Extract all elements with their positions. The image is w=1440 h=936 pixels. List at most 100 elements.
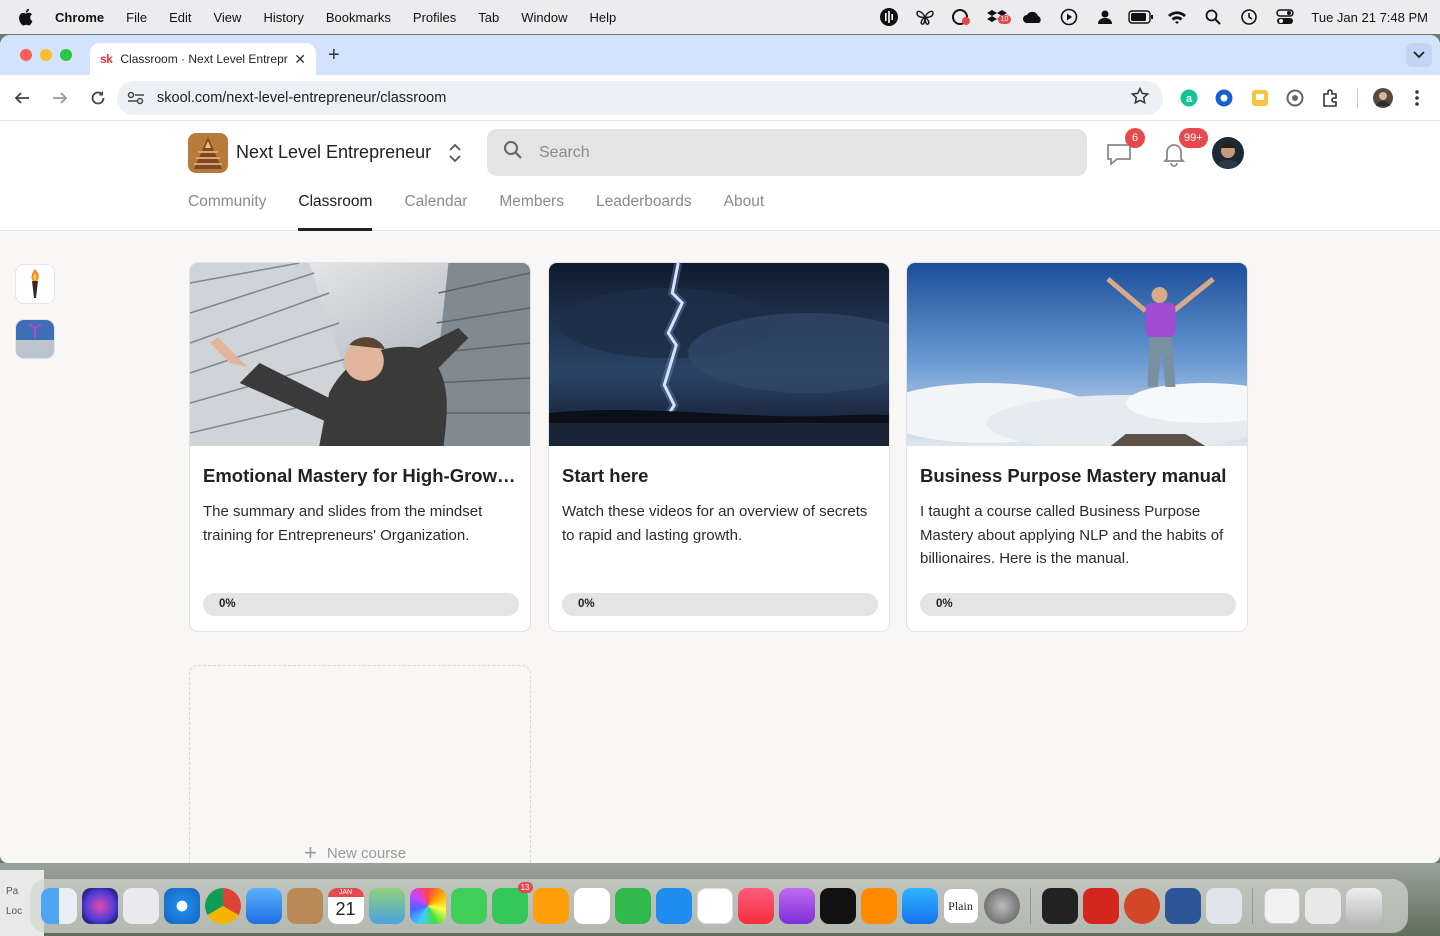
numbers-icon[interactable] [614,888,651,924]
search-box[interactable] [487,129,1087,176]
powerpoint-icon[interactable] [1123,888,1160,924]
rail-group-torch[interactable] [16,265,54,303]
news-icon[interactable] [696,888,733,924]
chrome-menu-icon[interactable] [1414,75,1420,121]
reminders-icon[interactable] [573,888,610,924]
new-tab-icon[interactable]: + [328,44,340,67]
close-window-button[interactable] [20,49,32,61]
downloads-stack-icon[interactable] [1304,888,1341,924]
menu-tab[interactable]: Tab [478,10,499,25]
cloud-icon[interactable] [1015,7,1051,27]
cloud-sync-icon[interactable] [943,7,979,27]
browser-toolbar: skool.com/next-level-entrepreneur/classr… [0,75,1440,121]
menu-bookmarks[interactable]: Bookmarks [326,10,391,25]
close-tab-icon[interactable]: ✕ [294,51,306,68]
dropbox-icon[interactable]: 10 [979,7,1015,27]
group-name[interactable]: Next Level Entrepreneur [236,142,431,163]
extension-blue-icon[interactable] [1215,75,1233,121]
finder-icon[interactable] [40,888,77,924]
user-avatar[interactable] [1212,137,1244,169]
group-switcher-icon[interactable] [446,141,464,165]
tab-members[interactable]: Members [499,193,564,231]
facetime-icon[interactable]: 13 [491,882,533,924]
address-bar[interactable]: skool.com/next-level-entrepreneur/classr… [117,81,1163,115]
launchpad-icon[interactable] [122,888,159,924]
word-icon[interactable] [1164,888,1201,924]
calendar-icon[interactable]: JAN 21 [327,888,364,924]
user-icon[interactable] [1087,7,1123,27]
control-center-icon[interactable] [1267,7,1303,27]
tab-search-icon[interactable] [1406,43,1432,67]
course-description: Watch these videos for an overview of se… [562,503,868,544]
forward-icon[interactable] [43,81,77,115]
apple-tv-icon[interactable] [819,888,856,924]
extension-gray-icon[interactable] [1286,75,1304,121]
siri-icon[interactable] [81,888,118,924]
course-card[interactable]: Emotional Mastery for High-Growth Entrep… [189,262,531,632]
facetime-badge: 13 [517,882,533,893]
maps-icon[interactable] [368,888,405,924]
battery-icon[interactable] [1123,7,1159,27]
zoom-window-button[interactable] [60,49,72,61]
tab-community[interactable]: Community [188,193,266,231]
menu-view[interactable]: View [213,10,241,25]
menu-help[interactable]: Help [590,10,617,25]
course-card[interactable]: Business Purpose Mastery manual I taught… [906,262,1248,632]
back-icon[interactable] [5,81,39,115]
pages-icon[interactable] [532,888,569,924]
play-icon[interactable] [1051,7,1087,27]
tab-classroom[interactable]: Classroom [298,193,373,231]
minimize-window-button[interactable] [40,49,52,61]
contacts-icon[interactable] [286,888,323,924]
system-settings-icon[interactable] [983,888,1020,924]
grammarly-extension-icon[interactable]: a [1180,75,1198,121]
browser-tab-active[interactable]: sk Classroom · Next Level Entrepreneur ✕ [90,43,316,75]
app-store-icon[interactable] [901,888,938,924]
messages-icon[interactable] [450,888,487,924]
document-stack-icon[interactable] [1263,888,1300,924]
reload-icon[interactable] [81,81,115,115]
safari-icon[interactable] [163,888,200,924]
rail-group-sky[interactable] [16,320,54,358]
time-machine-icon[interactable] [1231,7,1267,27]
extension-yellow-icon[interactable] [1251,75,1269,121]
quicktime-icon[interactable] [1041,888,1078,924]
trash-icon[interactable] [1345,888,1382,924]
spotlight-icon[interactable] [1195,7,1231,27]
menu-window[interactable]: Window [521,10,567,25]
books-icon[interactable] [860,888,897,924]
menu-app-name[interactable]: Chrome [55,10,104,25]
site-info-icon[interactable] [127,91,145,105]
tab-leaderboards[interactable]: Leaderboards [596,193,692,231]
url-text[interactable]: skool.com/next-level-entrepreneur/classr… [157,90,1131,106]
mail-icon[interactable] [245,888,282,924]
photos-icon[interactable] [409,888,446,924]
preview-icon[interactable] [1205,888,1242,924]
bookmark-star-icon[interactable] [1130,86,1150,109]
menu-history[interactable]: History [263,10,303,25]
keynote-icon[interactable] [655,888,692,924]
acrobat-icon[interactable] [1082,888,1119,924]
podcasts-icon[interactable] [778,888,815,924]
menu-edit[interactable]: Edit [169,10,191,25]
plain-text-app-icon[interactable]: Plain [942,888,979,924]
menu-file[interactable]: File [126,10,147,25]
new-course-button[interactable]: + New course [189,665,531,863]
butterfly-icon[interactable] [907,7,943,27]
status-bar: 10 Tue Jan 21 7:48 PM [871,0,1428,34]
search-input[interactable] [539,143,1039,162]
music-icon[interactable] [737,888,774,924]
tab-about[interactable]: About [724,193,765,231]
group-logo[interactable] [188,133,228,173]
chrome-icon[interactable] [204,888,241,924]
menu-profiles[interactable]: Profiles [413,10,456,25]
menubar-clock[interactable]: Tue Jan 21 7:48 PM [1311,10,1428,25]
chat-badge: 6 [1125,128,1145,148]
tab-calendar[interactable]: Calendar [404,193,467,231]
extensions-puzzle-icon[interactable] [1321,75,1339,121]
apple-menu-icon[interactable] [17,8,39,26]
course-card[interactable]: Start here Watch these videos for an ove… [548,262,890,632]
profile-avatar-icon[interactable] [1373,75,1393,121]
audio-icon[interactable] [871,7,907,27]
wifi-icon[interactable] [1159,7,1195,27]
